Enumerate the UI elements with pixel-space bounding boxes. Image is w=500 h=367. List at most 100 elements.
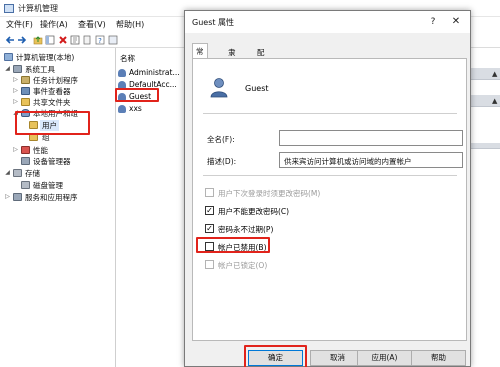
help-question-icon[interactable]: ? [423,14,443,30]
tree-item-task-scheduler[interactable]: ▷ 任务计划程序 [2,75,114,86]
fullname-label: 全名(F): [207,135,235,144]
checkbox-label: 用户不能更改密码(C) [218,207,290,216]
tree-item-system-tools[interactable]: ◢ 系统工具 [2,64,114,75]
tree-label: 设备管理器 [33,157,71,166]
tree-label: 共享文件夹 [33,98,71,107]
mmc-view-icon[interactable] [108,35,118,45]
tab-member-of[interactable]: 隶属于 [224,44,240,79]
tree-label: 存储 [25,169,40,178]
help-button[interactable]: 帮助 [411,350,466,366]
forward-arrow-icon[interactable] [17,35,27,45]
disk-icon [21,181,30,189]
separator [203,175,457,176]
fullname-input[interactable] [279,130,463,146]
tree-item-local-users-groups[interactable]: ◢ 本地用户和组 [2,108,114,119]
description-input[interactable]: 供来宾访问计算机或访问域的内置帐户 [279,152,463,168]
tree-item-device-manager[interactable]: 设备管理器 [2,156,114,167]
user-icon [118,93,126,101]
checkbox-label: 帐户已锁定(O) [218,261,268,270]
checkbox-box[interactable] [205,260,214,269]
tree-label: 磁盘管理 [33,181,63,190]
collapse-arrow-icon[interactable]: ◢ [4,65,11,72]
tree-item-shared-folders[interactable]: ▷ 共享文件夹 [2,97,114,108]
tools-icon [13,65,22,73]
help-icon[interactable]: ? [95,35,105,45]
properties-icon[interactable] [70,35,80,45]
close-icon[interactable]: ✕ [446,14,466,30]
apply-button[interactable]: 应用(A) [357,350,412,366]
shared-folder-icon [21,98,30,106]
task-scheduler-icon [21,76,30,84]
tree-item-groups[interactable]: 组 [2,132,114,143]
column-header-name[interactable]: 名称 [120,53,135,64]
menu-action[interactable]: 操作(A) [40,19,68,30]
checkbox-label: 帐户已禁用(B) [218,243,267,252]
list-item-label: Administrat... [129,68,180,77]
menu-view[interactable]: 查看(V) [78,19,106,30]
users-groups-icon [21,109,30,117]
actions-pane: ▲ ▲ [470,48,500,367]
menu-file[interactable]: 文件(F) [6,19,33,30]
tree-item-disk-management[interactable]: 磁盘管理 [2,180,114,191]
user-account-icon [210,78,228,98]
collapse-arrow-icon[interactable]: ◢ [12,109,19,116]
checkbox-box[interactable]: ✓ [205,224,214,233]
show-hide-tree-icon[interactable] [45,35,55,45]
tree-label: 组 [42,133,50,142]
checkbox-label: 密码永不过期(P) [218,225,274,234]
expand-arrow-icon[interactable]: ▷ [12,146,19,153]
tree-item-root[interactable]: 计算机管理(本地) [2,52,114,63]
list-item-label: DefaultAcc... [129,80,177,89]
tree-item-services-apps[interactable]: ▷ 服务和应用程序 [2,192,114,203]
expand-arrow-icon[interactable]: ▷ [4,193,11,200]
tree-label: 系统工具 [25,65,55,74]
tab-profile[interactable]: 配置文件 [253,44,269,90]
delete-icon[interactable] [58,35,68,45]
user-icon [118,81,126,89]
dialog-title-bar: Guest 属性 ? ✕ [185,11,470,33]
actions-section-header[interactable]: ▲ [471,95,500,107]
tree-label: 事件查看器 [33,87,71,96]
tree-item-storage[interactable]: ◢ 存储 [2,168,114,179]
ok-button[interactable]: 确定 [248,350,303,366]
description-label: 描述(D): [207,157,237,166]
tree-item-performance[interactable]: ▷ 性能 [2,145,114,156]
svg-text:?: ? [98,37,102,45]
checkbox-box[interactable] [205,242,214,251]
dialog-title: Guest 属性 [192,18,235,27]
checkbox-box[interactable] [205,188,214,197]
list-item-label: Guest [129,92,152,101]
menu-help[interactable]: 帮助(H) [116,19,144,30]
performance-icon [21,146,30,154]
general-tab-panel: Guest 全名(F): 描述(D): 供来宾访问计算机或访问域的内置帐户 用户… [192,58,467,341]
checkbox-box[interactable]: ✓ [205,206,214,215]
navigation-tree: 计算机管理(本地) ◢ 系统工具 ▷ 任务计划程序 ▷ 事件查看器 ▷ 共享文件… [0,48,116,367]
window-title: 计算机管理 [18,4,58,13]
device-manager-icon [21,157,30,165]
collapse-arrow-icon[interactable]: ▲ [492,97,497,105]
expand-arrow-icon[interactable]: ▷ [12,76,19,83]
folder-icon [29,133,38,141]
tree-item-event-viewer[interactable]: ▷ 事件查看器 [2,86,114,97]
collapse-arrow-icon[interactable]: ▲ [492,70,497,78]
actions-section-header[interactable]: ▲ [471,68,500,80]
tree-label: 服务和应用程序 [25,193,78,202]
computer-icon [4,53,13,61]
storage-icon [13,169,22,177]
tree-label: 计算机管理(本地) [16,53,75,62]
guest-properties-dialog: Guest 属性 ? ✕ 常规 隶属于 配置文件 Guest 全名(F): 描述… [184,10,471,367]
tab-general[interactable]: 常规 [192,43,208,67]
expand-arrow-icon[interactable]: ▷ [12,87,19,94]
back-arrow-icon[interactable] [5,35,15,45]
expand-arrow-icon[interactable]: ▷ [12,98,19,105]
tree-label: 任务计划程序 [33,76,78,85]
export-list-icon[interactable] [82,35,92,45]
user-icon [118,105,126,113]
tree-item-users[interactable]: 用户 [2,120,114,131]
checkbox-label: 用户下次登录时须更改密码(M) [218,189,321,198]
up-folder-icon[interactable] [33,35,43,45]
services-icon [13,193,22,201]
actions-section-header[interactable] [471,143,500,149]
folder-icon [29,121,38,129]
collapse-arrow-icon[interactable]: ◢ [4,169,11,176]
